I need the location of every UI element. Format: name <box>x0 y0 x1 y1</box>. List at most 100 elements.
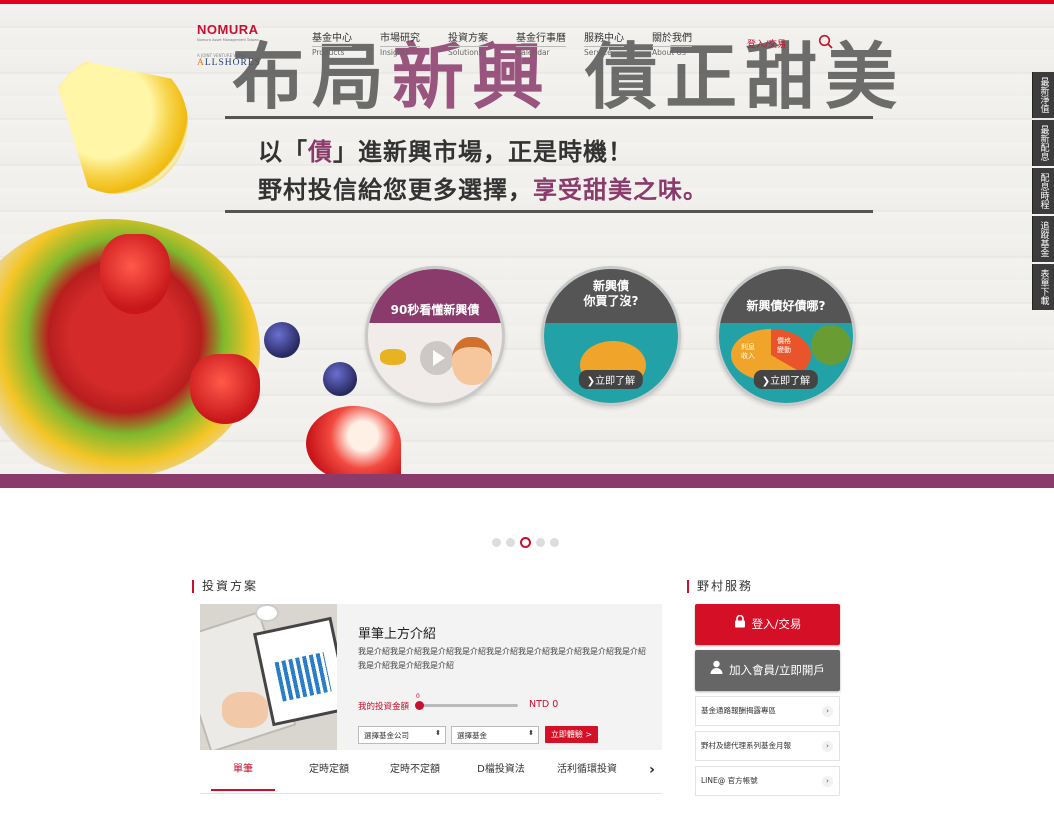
pie-label-price: 價格變動 <box>777 337 791 354</box>
laptop-photo <box>200 604 337 750</box>
side-tab-dividend-schedule[interactable]: 配息時程 <box>1032 168 1054 214</box>
side-quick-tabs: 最新淨值 最新配息 配息時程 追蹤基金 表單下載 <box>1032 72 1054 312</box>
side-tab-form-download[interactable]: 表單下載 <box>1032 264 1054 310</box>
service-link-monthly-report[interactable]: 野村及總代理系列基金月報 › <box>695 731 840 761</box>
nav-products-en: Products <box>312 48 345 57</box>
card-title: 單筆上方介紹 <box>358 627 437 642</box>
select-fund-company-value: 選擇基金公司 <box>364 731 409 740</box>
carousel-dot-5[interactable] <box>550 538 559 547</box>
nav-calendar-en: Calendar <box>516 48 550 57</box>
nav-about-zh: 關於我們 <box>652 29 692 47</box>
circle-good-bonds[interactable]: 新興債好債哪? 利息收入 價格變動 ❯立即了解 <box>716 266 856 406</box>
tab-cycle-invest[interactable]: 活利循環投資 <box>544 750 630 793</box>
nav-service[interactable]: 服務中心 Service <box>584 26 652 59</box>
nav-calendar[interactable]: 基金行事曆 Calendar <box>516 26 584 59</box>
solution-tabs: 單筆 定時定額 定時不定額 D檔投資法 活利循環投資 › <box>200 750 662 794</box>
side-tab-track-fund[interactable]: 追蹤基金 <box>1032 216 1054 262</box>
circle-2-cta[interactable]: ❯立即了解 <box>578 370 644 389</box>
circle-3-cta[interactable]: ❯立即了解 <box>753 370 819 389</box>
select-arrows-icon: ⬍ <box>528 729 534 737</box>
select-arrows-icon: ⬍ <box>435 729 441 737</box>
tab-regular-variable[interactable]: 定時不定額 <box>372 750 458 793</box>
tree-icon <box>811 325 851 365</box>
solutions-heading: 投資方案 <box>192 580 258 593</box>
try-now-button[interactable]: 立即體驗 > <box>545 726 598 743</box>
strawberry-2 <box>190 354 260 424</box>
blueberry-1 <box>264 322 300 358</box>
search-icon[interactable] <box>818 34 834 50</box>
investment-amount-label: 我的投資金額 <box>358 702 410 712</box>
select-fund-value: 選擇基金 <box>457 731 487 740</box>
nav-about-en: About Us <box>652 48 686 57</box>
slogan-rule-bottom <box>225 210 873 213</box>
service-link-line[interactable]: LINE@ 官方帳號 › <box>695 766 840 796</box>
login-trade-label: 登入/交易 <box>751 617 802 631</box>
circle-3-header <box>719 269 853 323</box>
strawberry-1 <box>100 234 170 314</box>
slider-knob[interactable] <box>415 701 424 710</box>
blueberry-2 <box>323 362 357 396</box>
slogan-1c: 」進新興市場，正是時機！ <box>333 138 633 166</box>
register-button[interactable]: 加入會員/立即開戶 <box>695 650 840 691</box>
nav-insights[interactable]: 市場研究 Insights <box>380 26 448 59</box>
service-link-fee-disclosure-label: 基金通路報酬揭露專區 <box>701 706 776 715</box>
register-label: 加入會員/立即開戶 <box>729 663 825 677</box>
slogan-rule-top <box>225 116 873 119</box>
nav-insights-en: Insights <box>380 48 410 57</box>
nav-products[interactable]: 基金中心 Products <box>312 26 380 59</box>
select-fund[interactable]: 選擇基金 ⬍ <box>451 726 539 744</box>
carousel-dots <box>492 537 559 548</box>
nav-insights-zh: 市場研究 <box>380 29 420 47</box>
investment-amount-slider[interactable]: 0 <box>415 693 518 710</box>
nav-products-zh: 基金中心 <box>312 29 352 47</box>
carousel-dot-3[interactable] <box>520 537 531 548</box>
service-link-line-label: LINE@ 官方帳號 <box>701 776 758 785</box>
nav-service-zh: 服務中心 <box>584 29 624 47</box>
play-icon <box>420 341 454 375</box>
header-login-link[interactable]: 登入/交易 <box>747 37 786 50</box>
nav-solutions-zh: 投資方案 <box>448 29 488 47</box>
nav-calendar-zh: 基金行事曆 <box>516 29 566 47</box>
circle-3-title: 新興債好債哪? <box>746 299 826 313</box>
investment-amount-value: NTD 0 <box>529 699 559 710</box>
service-link-fee-disclosure[interactable]: 基金通路報酬揭露專區 › <box>695 696 840 726</box>
circle-1-title: 90秒看懂新興債 <box>390 303 480 317</box>
coins-icon <box>380 349 406 365</box>
carousel-dot-4[interactable] <box>536 538 545 547</box>
user-icon <box>710 650 723 691</box>
strawberry-3 <box>306 406 401 474</box>
circle-90sec-video[interactable]: 90秒看懂新興債 <box>365 266 505 406</box>
nav-about[interactable]: 關於我們 About Us <box>652 26 720 59</box>
chevron-right-icon: › <box>822 706 833 717</box>
nav-solutions-en: Solutions <box>448 48 483 57</box>
slogan-2a: 野村投信給您更多選擇， <box>258 176 533 204</box>
side-tab-latest-nav[interactable]: 最新淨值 <box>1032 72 1054 118</box>
slogan-line-1: 以「債」進新興市場，正是時機！ <box>258 132 633 167</box>
circle-2-title: 新興債 你買了沒? <box>583 279 639 308</box>
card-description: 我是介紹我是介紹我是介紹我是介紹我是介紹我是介紹我是介紹我是介紹我是介紹我是介紹… <box>358 647 646 670</box>
side-tab-latest-dividend[interactable]: 最新配息 <box>1032 120 1054 166</box>
hand <box>222 692 268 728</box>
chevron-right-icon: › <box>822 776 833 787</box>
circle-bought-yet[interactable]: 新興債 你買了沒? ❯立即了解 <box>541 266 681 406</box>
solution-card: 單筆上方介紹 我是介紹我是介紹我是介紹我是介紹我是介紹我是介紹我是介紹我是介紹我… <box>200 604 662 794</box>
carousel-dot-2[interactable] <box>506 538 515 547</box>
chevron-right-icon: › <box>822 741 833 752</box>
slogan-2b: 享受甜美之味。 <box>533 176 708 204</box>
tab-d-fund[interactable]: D檔投資法 <box>458 750 544 793</box>
tab-regular-fixed[interactable]: 定時定額 <box>286 750 372 793</box>
carousel-dot-1[interactable] <box>492 538 501 547</box>
cartoon-face <box>452 337 492 385</box>
select-fund-company[interactable]: 選擇基金公司 ⬍ <box>358 726 446 744</box>
chevron-right-icon[interactable]: › <box>642 750 662 790</box>
lemon-slice <box>48 54 188 194</box>
tab-lump-sum[interactable]: 單筆 <box>200 750 286 793</box>
nav-service-en: Service <box>584 48 612 57</box>
slider-min-label: 0 <box>416 693 420 700</box>
nav-solutions[interactable]: 投資方案 Solutions <box>448 26 516 59</box>
login-trade-button[interactable]: 登入/交易 <box>695 604 840 645</box>
hero-banner[interactable]: NOMURA Nomura Asset Management Taiwan A … <box>0 4 1054 474</box>
lock-icon <box>734 604 746 645</box>
service-link-monthly-report-label: 野村及總代理系列基金月報 <box>701 741 791 750</box>
slogan-line-2: 野村投信給您更多選擇，享受甜美之味。 <box>258 170 708 205</box>
